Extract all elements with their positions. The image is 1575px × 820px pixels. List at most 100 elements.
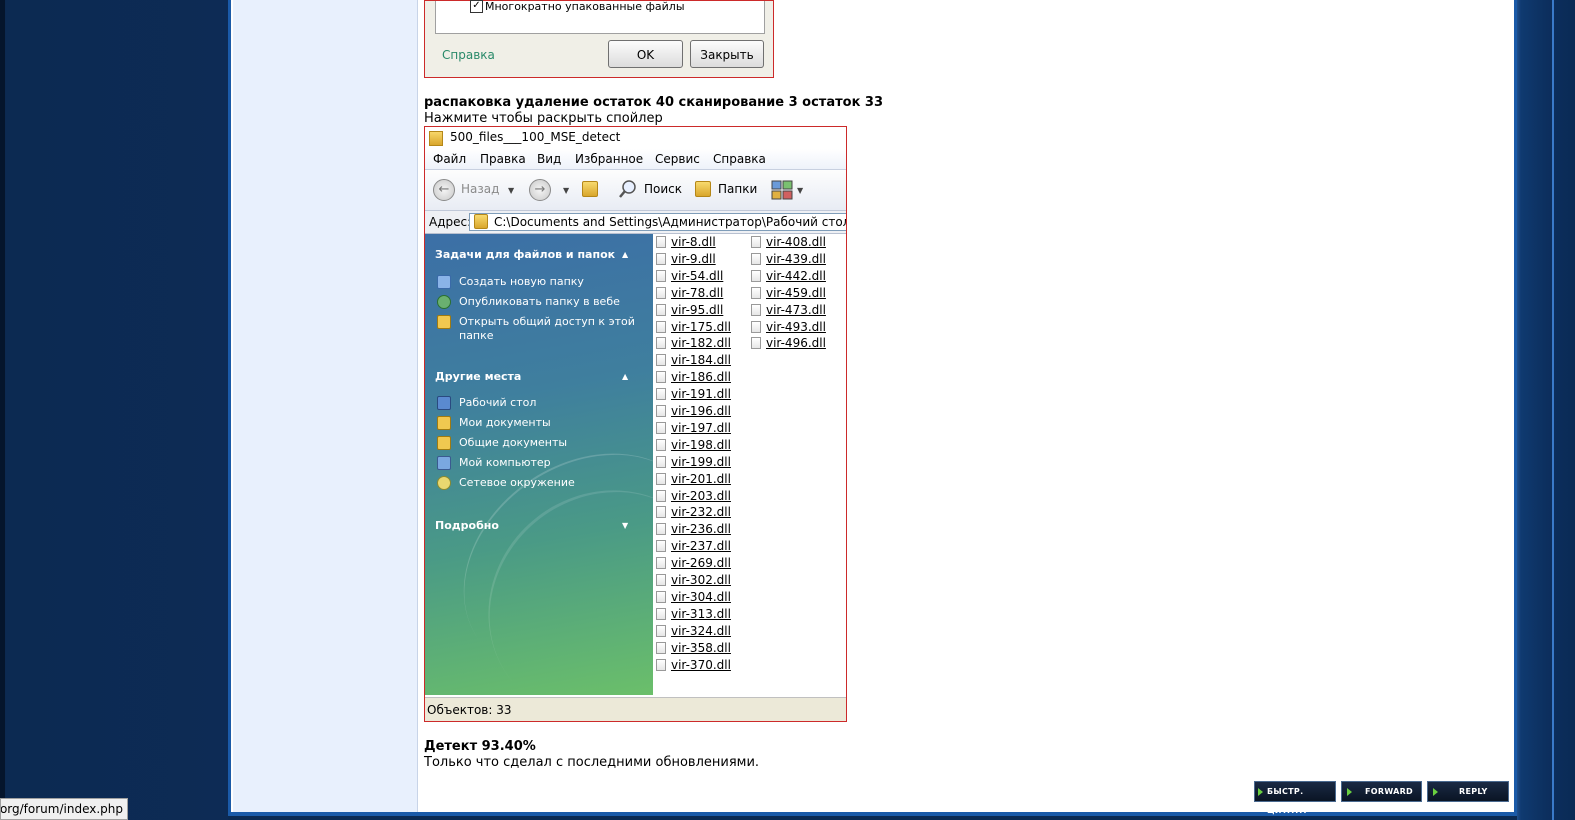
place-my-documents: Мои документы [459,416,551,429]
dll-file-icon [656,405,666,417]
network-icon [437,476,451,490]
dll-file-icon [751,236,761,248]
dll-file-icon [751,269,761,282]
details-section-title: Подробно [435,519,499,532]
dll-file-icon [656,354,666,367]
file-name: vir-184.dll [671,353,731,368]
menu-tools: Сервис [655,152,700,166]
folders-label: Папки [718,182,758,196]
file-name: vir-269.dll [671,556,731,571]
dll-file-icon [656,269,666,282]
quick-quote-button[interactable]: БЫСТР. ЦИТАТА [1254,781,1336,815]
forward-button[interactable]: FORWARD [1341,781,1422,802]
folder-up-icon [582,181,598,197]
share-folder-icon [437,315,451,329]
my-computer-icon [437,456,451,470]
search-icon [618,179,638,199]
views-dropdown-icon: ▼ [797,186,804,195]
dll-file-icon [656,658,666,671]
explorer-file-list: vir-8.dll vir-9.dll vir-54.dll vir-78.dll vi… [654,234,846,695]
file-name: vir-493.dll [766,319,826,334]
explorer-status-bar: Объектов: 33 [425,695,846,721]
status-url: er.org/forum/index.php [0,802,123,816]
dll-file-icon [656,540,666,553]
file-name: vir-78.dll [671,285,724,300]
dll-file-icon [656,337,666,350]
dll-file-icon [751,252,761,265]
file-name: vir-302.dll [671,573,731,587]
file-name: vir-473.dll [766,302,826,317]
task-share-folder: Открыть общий доступ к этой папке [459,315,635,342]
place-network: Сетевое окружение [459,476,575,489]
desktop-icon [437,396,451,410]
dll-file-icon [656,624,666,637]
collapse-chevron-icon: ▲ [622,250,629,259]
dll-file-icon [656,641,666,654]
collapse-chevron-icon: ▲ [622,372,629,381]
file-name: vir-54.dll [671,268,724,283]
file-name: vir-196.dll [671,404,731,418]
file-name: vir-237.dll [671,539,731,554]
multipacked-checkbox-label: Многократно упакованные файлы [485,0,685,13]
multipacked-checkbox: ✓ [470,0,483,13]
task-publish-web: Опубликовать папку в вебе [459,295,620,308]
dll-file-icon [751,286,761,299]
menu-help: Справка [713,152,766,166]
reply-button[interactable]: REPLY [1427,781,1509,802]
file-name: vir-439.dll [766,251,826,266]
other-places-title: Другие места [435,370,522,383]
post-heading-unpack: распаковка удаление остаток 40 сканирова… [424,95,884,110]
dll-file-icon [656,252,666,265]
page-background-right [1517,0,1575,820]
dll-file-icon [656,388,666,401]
explorer-window-screenshot: 500_files___100_MSE_detect Файл Правка В… [424,126,847,722]
file-name: vir-175.dll [671,319,731,334]
spoiler-toggle[interactable]: Нажмите чтобы раскрыть спойлер [424,111,663,126]
explorer-title-bar: 500_files___100_MSE_detect [425,127,846,150]
file-name: vir-408.dll [766,235,826,249]
dll-file-icon [656,607,666,620]
file-name: vir-198.dll [671,437,731,452]
forum-post-area [228,0,1517,816]
place-my-computer: Мой компьютер [459,456,551,469]
search-label: Поиск [644,182,683,196]
file-name: vir-370.dll [671,657,731,672]
place-shared-documents: Общие документы [459,436,568,449]
back-arrow-icon: ← [433,179,455,201]
explorer-title: 500_files___100_MSE_detect [450,130,621,144]
task-new-folder: Создать новую папку [459,275,584,288]
file-name: vir-459.dll [766,285,826,300]
address-field: C:\Documents and Settings\Администратор\… [469,213,846,231]
forward-label: FORWARD [1365,787,1413,796]
folder-icon [429,131,443,146]
file-name: vir-191.dll [671,387,731,402]
quick-quote-label: БЫСТР. ЦИТАТА [1267,787,1307,815]
publish-web-icon [437,295,451,309]
file-name: vir-186.dll [671,370,731,385]
dll-file-icon [656,472,666,485]
reply-label: REPLY [1459,787,1488,796]
dll-file-icon [656,455,666,468]
dll-file-icon [656,371,666,384]
page-edge-right [1552,0,1554,820]
dialog-close-button: Закрыть [690,40,764,68]
dll-file-icon [751,337,761,350]
file-name: vir-232.dll [671,505,731,520]
menu-favorites: Избранное [575,152,644,166]
shared-documents-icon [437,436,451,450]
dll-file-icon [656,320,666,333]
dll-file-icon [656,557,666,570]
dll-file-icon [656,438,666,451]
dll-file-icon [656,506,666,519]
forward-arrow-icon: → [529,179,551,201]
dialog-ok-button: OK [608,40,683,68]
address-value: C:\Documents and Settings\Администратор\… [494,215,846,229]
back-label: Назад [461,182,500,196]
file-name: vir-201.dll [671,471,731,486]
views-icon [771,180,793,200]
forward-dropdown-icon: ▼ [563,186,570,195]
dll-file-icon [656,303,666,316]
back-dropdown-icon: ▼ [508,186,515,195]
page-background-left [0,0,228,820]
address-folder-icon [474,214,488,229]
